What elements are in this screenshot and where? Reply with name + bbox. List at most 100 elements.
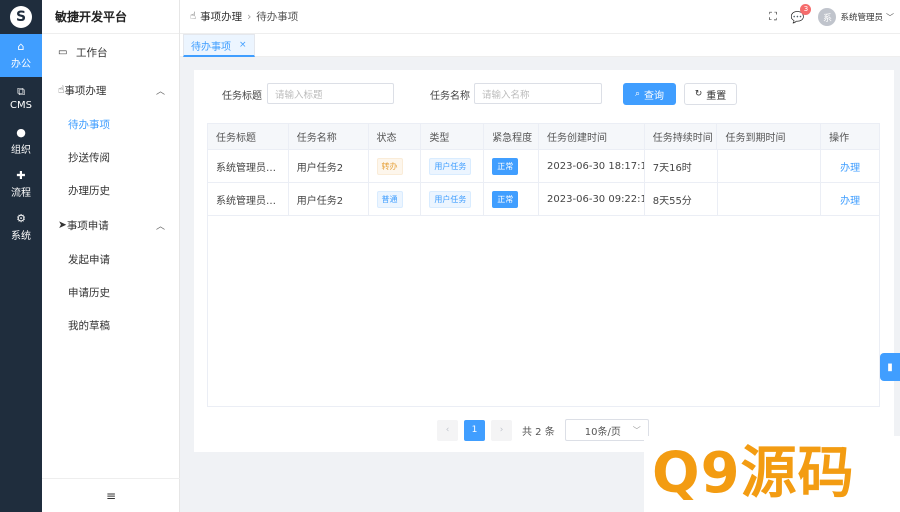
rail-item-cms[interactable]: ⧉ CMS [0, 77, 42, 120]
flow-icon: ✚ [16, 169, 26, 182]
cell-urgency: 正常 [484, 183, 540, 215]
sidebar-item-label: 工作台 [76, 47, 108, 59]
sidebar-group-apply[interactable]: ➤ 事项申请 ︿ [42, 207, 179, 243]
task-name-input[interactable]: 请输入名称 [474, 83, 602, 104]
type-badge: 用户任务 [429, 157, 472, 175]
message-icon[interactable]: 💬 3 [791, 3, 812, 24]
chevron-down-icon[interactable]: ﹀ [886, 12, 894, 23]
cell-status: 普通 [369, 183, 422, 215]
fullscreen-icon[interactable]: ⛶ [769, 10, 777, 24]
sidebar-item-start-apply[interactable]: 发起申请 [42, 243, 179, 276]
refresh-icon: ↻ [694, 89, 703, 99]
task-name-label: 任务名称 [430, 91, 470, 102]
query-button[interactable]: ⌕ 查询 [623, 83, 676, 105]
rail-item-org[interactable]: ● 组织 [0, 120, 42, 163]
sidebar-item-todo[interactable]: 待办事项 [42, 108, 179, 141]
icon-rail: S ⌂ 办公 ⧉ CMS ● 组织 ✚ 流程 ⚙ 系统 [0, 0, 42, 512]
chevron-up-icon: ︿ [155, 221, 165, 232]
column-header: 紧急程度 [484, 124, 540, 149]
handle-link[interactable]: 办理 [840, 159, 860, 174]
cell-due [718, 150, 822, 182]
task-table: 任务标题 任务名称 状态 类型 紧急程度 任务创建时间 任务持续时间 任务到期时… [207, 123, 880, 407]
page-size-select[interactable]: 10条/页 ﹀ [564, 419, 649, 441]
hand-icon: ☝ [190, 11, 197, 22]
query-label: 查询 [644, 90, 665, 102]
page-number-button[interactable]: 1 [464, 419, 485, 441]
watermark: Q9源码 [644, 436, 900, 512]
status-badge: 转办 [376, 157, 403, 175]
rail-item-flow[interactable]: ✚ 流程 [0, 163, 42, 206]
rail-item-system[interactable]: ⚙ 系统 [0, 206, 42, 249]
sidebar-group-label: 事项办理 [64, 84, 107, 97]
logo-icon: S [10, 6, 32, 28]
cell-type: 用户任务 [421, 150, 485, 182]
chevron-down-icon: ﹀ [632, 425, 641, 435]
collapse-button[interactable]: ≡ [42, 478, 180, 512]
search-icon: ⌕ [634, 89, 641, 99]
cell-created: 2023-06-30 18:17:16 [539, 150, 645, 182]
sidebar-group-tasks[interactable]: ☝ 事项办理 ︿ [42, 72, 179, 108]
table-row: 系统管理员… 用户任务2 转办 用户任务 正常 2023-06-30 18:17… [208, 150, 879, 183]
avatar[interactable]: 系 [818, 8, 837, 26]
monitor-icon: ▭ [58, 47, 68, 58]
reset-label: 重置 [706, 90, 727, 102]
cell-name: 用户任务2 [289, 150, 369, 182]
cell-action: 办理 [821, 150, 879, 182]
send-icon: ➤ [58, 219, 67, 231]
app-logo[interactable]: S [0, 0, 42, 34]
close-icon[interactable]: × [239, 40, 247, 50]
sidebar-item-history[interactable]: 办理历史 [42, 174, 179, 207]
sidebar-item-apply-history[interactable]: 申请历史 [42, 276, 179, 309]
cell-name: 用户任务2 [289, 183, 369, 215]
type-badge: 用户任务 [429, 190, 472, 208]
side-float-button[interactable]: ▮ [880, 353, 900, 381]
watermark-logo: Q9源码 [652, 441, 855, 506]
tool-icon: ▮ [887, 361, 893, 373]
sidebar-item-cc[interactable]: 抄送传阅 [42, 141, 179, 174]
app-title: 敏捷开发平台 [42, 0, 179, 34]
user-name[interactable]: 系统管理员 [840, 11, 883, 23]
column-header: 任务到期时间 [717, 124, 822, 149]
rail-item-label: 组织 [11, 145, 31, 156]
table-row: 系统管理员… 用户任务2 普通 用户任务 正常 2023-06-30 09:22… [208, 183, 879, 216]
main-card: 任务标题 请输入标题 任务名称 请输入名称 ⌕ 查询 ↻ 重置 任务标题 任务名… [194, 70, 894, 452]
pagination: ‹ 1 › 共 2 条 10条/页 ﹀ [437, 419, 649, 441]
rail-item-office[interactable]: ⌂ 办公 [0, 34, 42, 77]
column-header: 任务持续时间 [645, 124, 718, 149]
sidebar-item-workbench[interactable]: ▭ 工作台 [42, 36, 179, 69]
tab-todo[interactable]: 待办事项 × [183, 34, 255, 57]
page-size-value: 10条/页 [584, 426, 621, 438]
cms-icon: ⧉ [17, 85, 25, 98]
rail-item-label: 办公 [11, 59, 31, 70]
next-page-button[interactable]: › [491, 419, 512, 441]
header: ☝ 事项办理 › 待办事项 ⛶ 💬 3 系 系统管理员 ﹀ [180, 0, 900, 34]
cell-duration: 7天16时 [645, 150, 718, 182]
cell-urgency: 正常 [484, 150, 540, 182]
cell-due [718, 183, 822, 215]
table-header: 任务标题 任务名称 状态 类型 紧急程度 任务创建时间 任务持续时间 任务到期时… [208, 124, 879, 150]
reset-button[interactable]: ↻ 重置 [684, 83, 737, 105]
breadcrumb-separator-icon: › [247, 10, 252, 23]
message-badge: 3 [800, 3, 812, 15]
task-title-label: 任务标题 [222, 91, 262, 102]
tabs-bar: 待办事项 × [180, 34, 900, 57]
cell-duration: 8天55分 [645, 183, 718, 215]
breadcrumb: ☝ 事项办理 › 待办事项 [190, 9, 298, 24]
prev-page-button[interactable]: ‹ [437, 419, 458, 441]
header-actions: ⛶ 💬 3 系 系统管理员 ﹀ [769, 0, 894, 34]
cell-action: 办理 [821, 183, 879, 215]
cell-status: 转办 [369, 150, 422, 182]
rail-item-label: CMS [10, 100, 32, 111]
rail-item-label: 流程 [11, 188, 31, 199]
cell-created: 2023-06-30 09:22:19 [539, 183, 645, 215]
search-form: 任务标题 请输入标题 任务名称 请输入名称 ⌕ 查询 ↻ 重置 [194, 83, 894, 105]
breadcrumb-root[interactable]: 事项办理 [200, 9, 242, 24]
column-header: 类型 [421, 124, 485, 149]
cell-title: 系统管理员… [208, 150, 289, 182]
handle-link[interactable]: 办理 [840, 192, 860, 207]
sidebar-item-drafts[interactable]: 我的草稿 [42, 309, 179, 342]
column-header: 操作 [829, 133, 850, 144]
sidebar: 敏捷开发平台 ▭ 工作台 ☝ 事项办理 ︿ 待办事项 抄送传阅 办理历史 ➤ 事… [42, 0, 180, 512]
task-title-input[interactable]: 请输入标题 [267, 83, 394, 104]
cell-title: 系统管理员… [208, 183, 289, 215]
